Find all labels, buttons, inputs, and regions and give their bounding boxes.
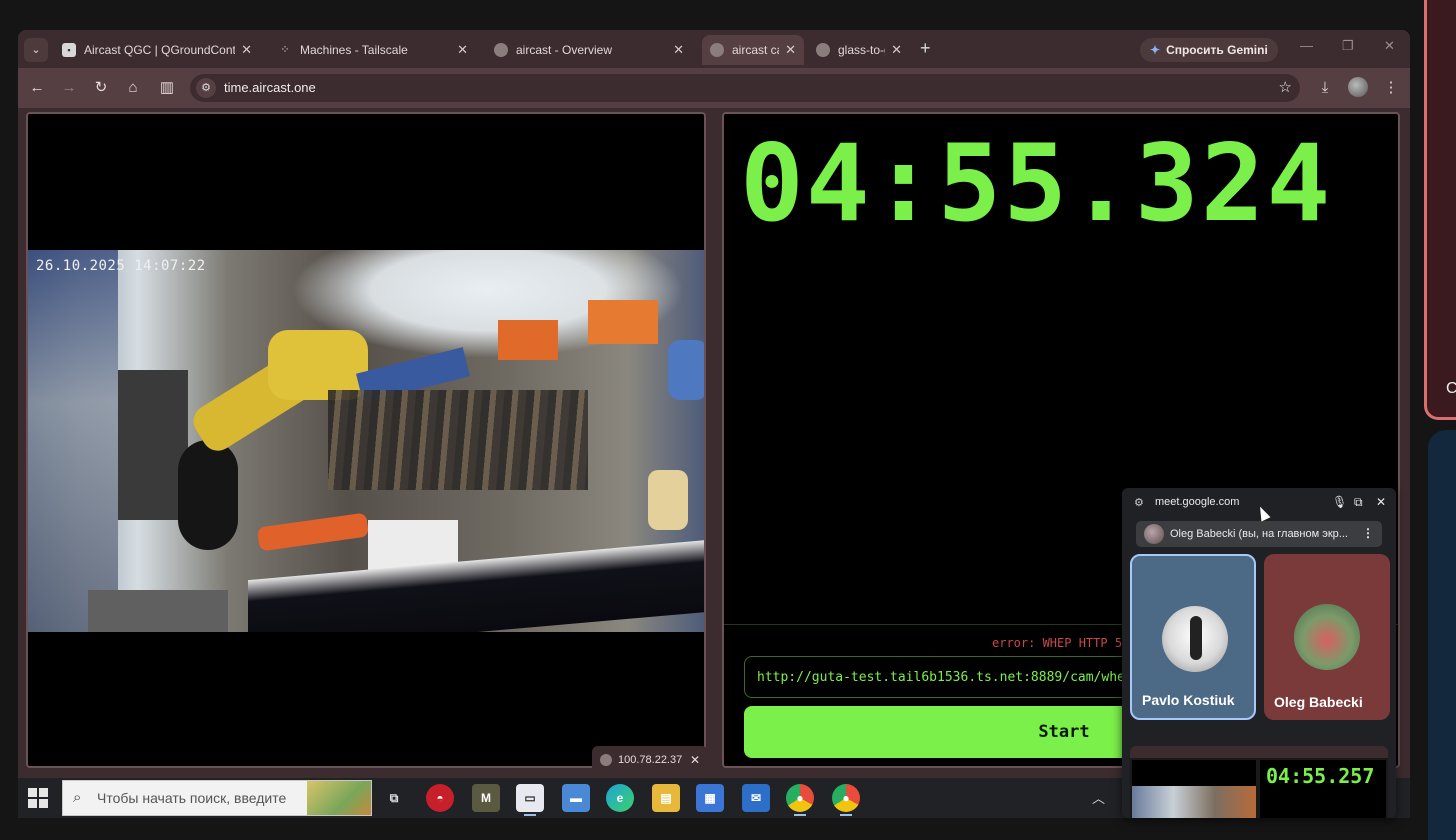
microphone-icon[interactable]: 🎙	[1332, 495, 1347, 509]
reload-icon[interactable]: ↻	[90, 77, 112, 99]
participant-tile[interactable]: Oleg Babecki	[1264, 554, 1390, 720]
tray-chevron-up-icon[interactable]: ︿	[1092, 788, 1105, 807]
tab-tailscale[interactable]: ⁘ Machines - Tailscale ✕	[270, 35, 476, 65]
globe-icon	[600, 754, 612, 766]
camera-pane: 26.10.2025 14:07:22	[26, 112, 706, 768]
address-bar[interactable]: ⚙ time.aircast.one ☆	[190, 74, 1300, 102]
more-options-icon[interactable]: ⋮	[1362, 526, 1374, 540]
meet-host: meet.google.com	[1155, 496, 1240, 508]
share-preview-camera	[1132, 760, 1256, 818]
gemini-button[interactable]: ✦ Спросить Gemini	[1140, 38, 1278, 62]
tab-aircast-qgc[interactable]: ▪ Aircast QGC | QGroundControl ✕	[54, 35, 260, 65]
tailscale-icon: ⁘	[280, 44, 290, 56]
timer-display: 04:55.324	[740, 122, 1333, 245]
back-icon[interactable]: ←	[26, 77, 48, 99]
browser-toolbar: ← → ↻ ⌂ ▥ ⚙ time.aircast.one ☆ ⤓ ⋮	[18, 68, 1410, 108]
tab-title: aircast cam	[732, 43, 779, 57]
close-icon[interactable]: ✕	[673, 42, 684, 58]
edge-browser-icon[interactable]: e	[606, 784, 634, 812]
globe-icon	[710, 43, 724, 57]
home-icon[interactable]: ⌂	[122, 77, 144, 99]
new-tab-button[interactable]: +	[920, 38, 931, 59]
gemini-sparkle-icon: ✦	[1150, 43, 1161, 57]
tab-aircast-overview[interactable]: aircast - Overview ✕	[486, 35, 692, 65]
participant-name: Oleg Babecki	[1274, 694, 1363, 710]
tab-title: aircast - Overview	[516, 43, 613, 57]
menu-kebab-icon[interactable]: ⋮	[1380, 77, 1402, 99]
meet-pip-window: ⚙ meet.google.com 🎙 ⧉ ✕ Oleg Babecki (вы…	[1122, 488, 1396, 818]
app-mp-icon[interactable]: M	[472, 784, 500, 812]
background-window-glyph: C	[1446, 380, 1456, 397]
close-window-icon[interactable]: ✕	[1384, 38, 1395, 54]
close-icon[interactable]: ✕	[785, 42, 796, 58]
back-to-tab-icon[interactable]: ⧉	[1354, 495, 1363, 510]
close-icon[interactable]: ✕	[457, 42, 468, 58]
bookmark-star-icon[interactable]: ☆	[1279, 78, 1292, 96]
presenter-avatar	[1144, 524, 1164, 544]
close-icon[interactable]: ✕	[690, 753, 700, 767]
address-url: time.aircast.one	[224, 80, 316, 95]
tab-title: Aircast QGC | QGroundControl	[84, 43, 236, 57]
camera-timestamp: 26.10.2025 14:07:22	[36, 258, 206, 274]
popup-ip: 100.78.22.37	[618, 754, 683, 766]
taskbar-search-placeholder: Чтобы начать поиск, введите	[97, 790, 287, 806]
tab-title: Machines - Tailscale	[300, 43, 408, 57]
presenter-banner[interactable]: Oleg Babecki (вы, на главном экр... ⋮	[1136, 521, 1382, 547]
globe-icon	[816, 43, 830, 57]
error-message: error: WHEP HTTP 50	[992, 636, 1130, 650]
tab-aircast-cam[interactable]: aircast cam ✕	[702, 35, 804, 65]
site-info-icon[interactable]: ⚙	[1134, 496, 1144, 509]
tab-search-button[interactable]: ⌄	[24, 38, 48, 62]
close-icon[interactable]: ✕	[1376, 495, 1386, 509]
forward-icon[interactable]: →	[58, 77, 80, 99]
presenter-text: Oleg Babecki (вы, на главном экр...	[1170, 528, 1348, 540]
download-icon[interactable]: ⤓	[1314, 77, 1336, 99]
site-info-icon[interactable]: ⚙	[196, 78, 216, 98]
globe-icon	[494, 43, 508, 57]
background-window-edge	[1424, 0, 1456, 420]
camera-video: 26.10.2025 14:07:22	[28, 250, 704, 632]
close-icon[interactable]: ✕	[891, 42, 902, 58]
page-icon: ▪	[62, 43, 76, 57]
participant-tile[interactable]: Pavlo Kostiuk	[1130, 554, 1256, 720]
tab-title: glass-to-glass	[838, 43, 885, 57]
participant-name: Pavlo Kostiuk	[1142, 692, 1235, 708]
reading-mode-icon[interactable]: ▥	[156, 77, 178, 99]
file-explorer-icon[interactable]: ▤	[652, 784, 680, 812]
minimize-icon[interactable]: —	[1300, 38, 1313, 53]
app-monitor-icon[interactable]: ▬	[562, 784, 590, 812]
tab-strip: ⌄ ▪ Aircast QGC | QGroundControl ✕ ⁘ Mac…	[18, 30, 1410, 68]
mail-icon[interactable]: ✉	[742, 784, 770, 812]
participant-avatar	[1294, 604, 1360, 670]
chrome-profile-icon[interactable]: ●	[832, 784, 860, 816]
search-highlight-image	[307, 781, 371, 815]
share-preview-tabbar	[1130, 746, 1388, 758]
participant-avatar	[1162, 606, 1228, 672]
popup-window-tab[interactable]: 100.78.22.37 ✕	[592, 746, 708, 774]
taskbar-search[interactable]: ⌕ Чтобы начать поиск, введите	[62, 780, 372, 816]
gemini-label: Спросить Gemini	[1166, 43, 1268, 57]
screen-share-preview: 04:55.257	[1130, 746, 1388, 818]
profile-avatar[interactable]	[1348, 77, 1368, 97]
tab-glass-to-glass[interactable]: glass-to-glass ✕	[808, 35, 910, 65]
background-window-edge-blue	[1428, 430, 1456, 840]
store-icon[interactable]: ▦	[696, 784, 724, 812]
task-view-icon[interactable]: ⧉	[380, 784, 408, 812]
chrome-icon[interactable]: ●	[786, 784, 814, 816]
share-preview-timer: 04:55.257	[1260, 760, 1386, 818]
close-icon[interactable]: ✕	[241, 42, 252, 58]
app-red-icon[interactable]: ◓	[426, 784, 454, 812]
windows-start-icon[interactable]	[28, 788, 48, 808]
maximize-icon[interactable]: ❐	[1342, 38, 1354, 54]
search-icon: ⌕	[73, 789, 82, 806]
app-window-icon[interactable]: ▭	[516, 784, 544, 816]
